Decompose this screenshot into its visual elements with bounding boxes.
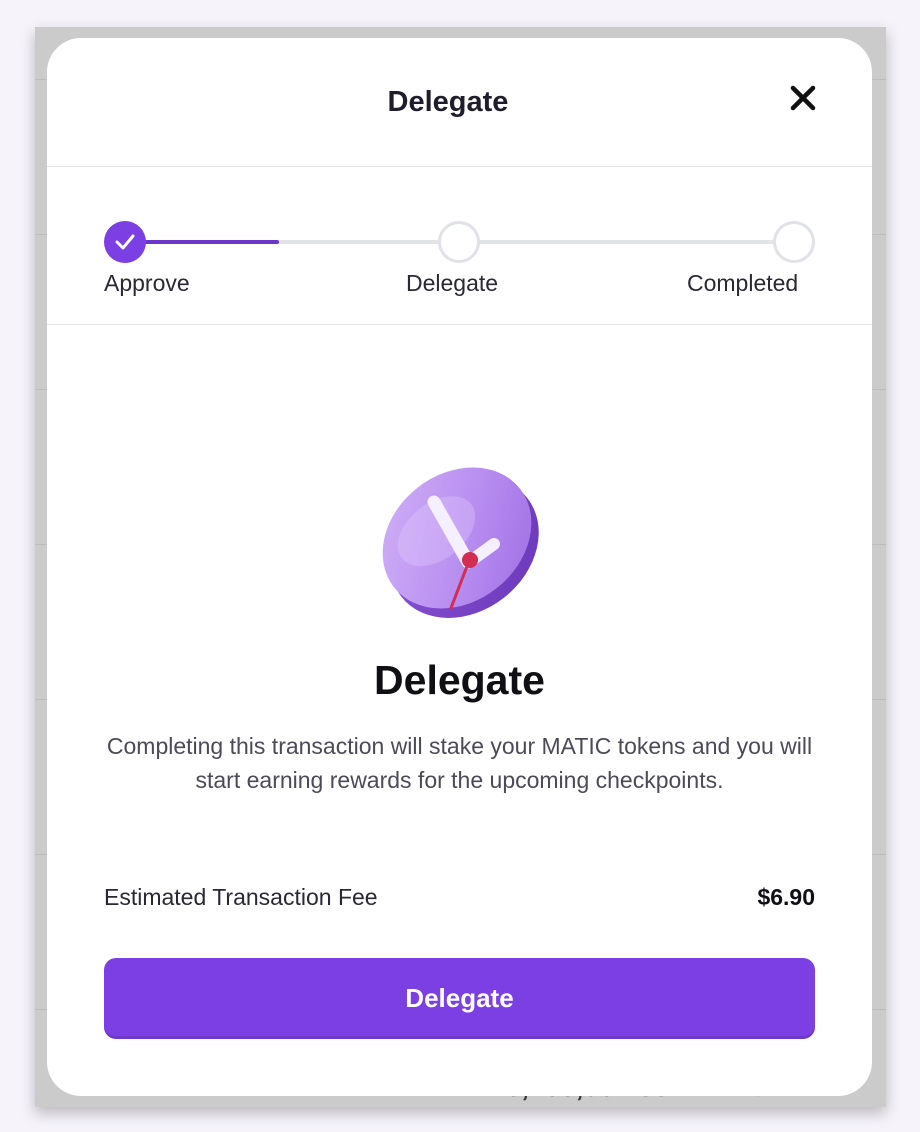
close-icon	[790, 85, 816, 111]
progress-stepper: Approve Delegate Completed	[47, 167, 872, 325]
step-label-completed: Completed	[687, 270, 799, 296]
fee-label: Estimated Transaction Fee	[104, 884, 378, 910]
modal-header: Delegate	[47, 38, 872, 167]
clock-illustration	[371, 448, 543, 626]
content-description: Completing this transaction will stake y…	[106, 733, 813, 793]
step-approve-indicator	[104, 221, 146, 263]
step-completed-indicator	[773, 221, 815, 263]
modal-title: Delegate	[387, 86, 509, 118]
fee-row: Estimated Transaction Fee $6.90	[104, 881, 815, 915]
step-label-delegate: Delegate	[406, 270, 499, 296]
checkmark-icon	[115, 234, 135, 250]
step-delegate-indicator	[438, 221, 480, 263]
step-label-approve: Approve	[104, 270, 190, 296]
content-title: Delegate	[374, 657, 545, 703]
stepper-progress-fill	[125, 240, 279, 244]
fee-value: $6.90	[757, 884, 815, 910]
close-button[interactable]	[788, 83, 818, 113]
delegate-button[interactable]: Delegate	[104, 958, 815, 1039]
delegate-modal: Delegate Approve Delegate Completed Dele…	[47, 38, 872, 1096]
clock-icon	[382, 467, 539, 618]
